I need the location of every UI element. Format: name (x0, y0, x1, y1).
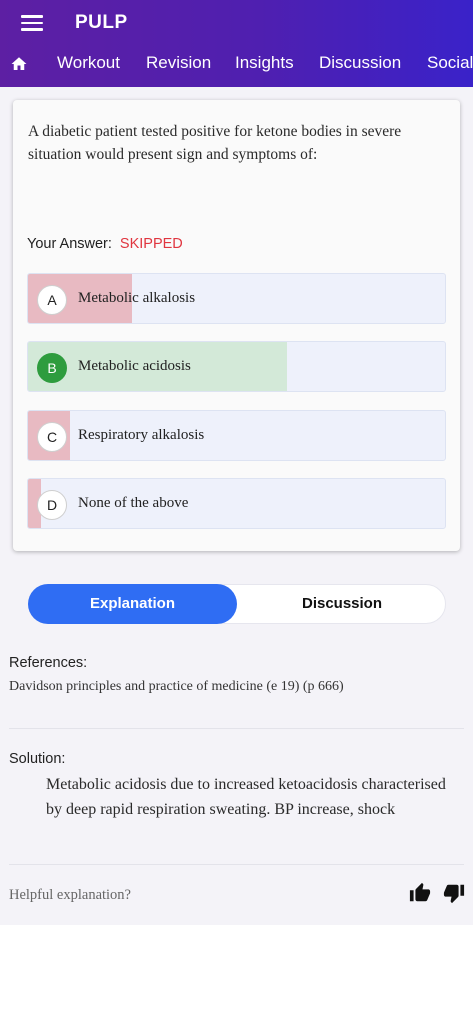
answer-status: SKIPPED (119, 236, 183, 252)
option-b[interactable]: B Metabolic acidosis (27, 341, 446, 392)
solution-text: Metabolic acidosis due to increased keto… (46, 776, 446, 818)
divider (9, 864, 464, 865)
thumbs-down-icon[interactable] (443, 882, 465, 904)
divider (9, 728, 464, 729)
explanation-tab[interactable]: Explanation (28, 584, 237, 624)
option-b-letter: B (37, 353, 67, 383)
app-header: PULP Workout Revision Insights Discussio… (0, 0, 473, 87)
tab-revision[interactable]: Revision (146, 53, 211, 73)
option-d-letter: D (37, 490, 67, 520)
option-a-text: Metabolic alkalosis (78, 290, 196, 306)
option-b-text: Metabolic acidosis (78, 358, 191, 374)
tab-workout[interactable]: Workout (57, 53, 120, 73)
references-title: References: (9, 655, 88, 671)
hamburger-menu-icon[interactable] (21, 15, 43, 31)
explanation-discussion-toggle: Explanation Discussion (28, 584, 446, 624)
question-card: A diabetic patient tested positive for k… (13, 100, 460, 551)
question-text: A diabetic patient tested positive for k… (28, 123, 402, 163)
your-answer-label: Your Answer: (27, 236, 112, 252)
tab-social[interactable]: Social (427, 53, 473, 73)
thumbs-up-icon[interactable] (409, 882, 431, 904)
home-icon[interactable] (10, 55, 28, 73)
option-c-letter: C (37, 422, 67, 452)
option-a-letter: A (37, 285, 67, 315)
option-d[interactable]: D None of the above (27, 478, 446, 529)
helpful-prompt: Helpful explanation? (9, 887, 131, 903)
app-title: PULP (75, 12, 128, 33)
discussion-tab[interactable]: Discussion (237, 584, 447, 624)
tab-insights[interactable]: Insights (235, 53, 294, 73)
your-answer: Your Answer: SKIPPED (27, 236, 183, 252)
tab-discussion[interactable]: Discussion (319, 53, 401, 73)
references-text: Davidson principles and practice of medi… (9, 679, 344, 694)
solution-title: Solution: (9, 751, 66, 767)
option-c-text: Respiratory alkalosis (78, 427, 205, 443)
option-c[interactable]: C Respiratory alkalosis (27, 410, 446, 461)
option-d-text: None of the above (78, 495, 189, 511)
option-a[interactable]: A Metabolic alkalosis (27, 273, 446, 324)
